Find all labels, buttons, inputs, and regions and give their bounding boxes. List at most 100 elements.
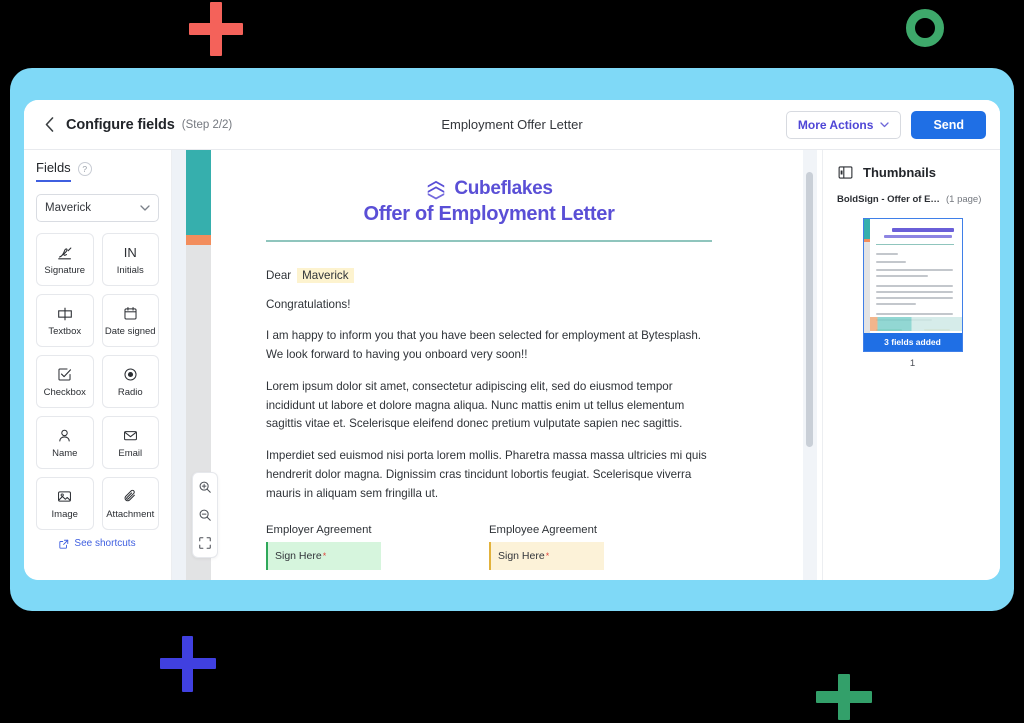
chevron-down-icon [880,121,890,127]
thumbnail-color-bar [863,219,870,351]
thumbnails-doc-row: BoldSign - Offer of Emplo... (1 page) [837,194,988,205]
thumbnail-logo-line [891,228,954,232]
chevron-left-icon [45,117,53,132]
salutation-text: Dear [266,268,292,282]
required-marker: * [545,550,550,561]
fields-sidebar: Fields ? Maverick Signature IN Initials … [24,150,172,580]
document-scrollbar-thumb[interactable] [806,172,813,447]
thumbnails-document-name: BoldSign - Offer of Emplo... [837,194,941,205]
decorative-green-cross-icon [816,674,872,720]
app-body: Fields ? Maverick Signature IN Initials … [24,150,1000,580]
recipient-select[interactable]: Maverick [36,194,159,222]
fields-tab-row: Fields ? [36,160,159,182]
checkbox-icon [56,365,73,384]
field-tile-textbox[interactable]: Textbox [36,294,94,347]
employer-signature-field[interactable]: Sign Here * [266,541,381,570]
thumbnail-text-line [875,269,953,271]
send-button[interactable]: Send [911,110,986,139]
brand-name: Cubeflakes [454,178,553,199]
paragraph-lorem-2: Imperdiet sed euismod nisi porta lorem m… [266,449,707,500]
textbox-icon [56,304,74,323]
more-actions-button[interactable]: More Actions [785,110,902,139]
fields-added-badge: 3 fields added [863,333,962,351]
field-tile-email[interactable]: Email [101,416,159,469]
document-scroll-area[interactable]: Cubeflakes Offer of Employment Letter De… [186,150,822,580]
header-actions: More Actions Send [785,110,986,139]
field-tile-attachment[interactable]: Attachment [101,477,159,530]
back-button[interactable] [38,114,60,136]
image-icon [56,487,73,506]
question-mark-icon[interactable]: ? [77,161,92,176]
thumbnail-subtitle-line [883,235,952,238]
field-tile-label: Initials [116,265,144,276]
screenshot-stage: Configure fields (Step 2/2) Employment O… [0,0,1024,723]
thumbnail-text-line [875,275,928,277]
recipient-select-value: Maverick [45,202,92,214]
zoom-in-icon[interactable] [195,477,215,497]
external-link-icon [59,539,69,549]
employer-agreement-label: Employer Agreement [266,523,372,536]
thumbnail-text-line [875,303,916,305]
field-tile-label: Attachment [106,509,155,520]
field-tile-label: Image [51,509,78,520]
document-page: Cubeflakes Offer of Employment Letter De… [186,150,822,580]
employee-signature-field[interactable]: Sign Here * [489,541,604,570]
viewer-gutter [172,150,186,580]
thumbnail-text-line [875,253,898,255]
signature-pen-icon [56,243,74,262]
person-icon [56,426,73,445]
field-tile-label: Radio [117,387,143,398]
required-marker: * [322,550,327,561]
tab-fields[interactable]: Fields [36,160,71,182]
document-viewer: Cubeflakes Offer of Employment Letter De… [172,150,822,580]
envelope-icon [122,426,139,445]
field-tile-date-signed[interactable]: Date signed [101,294,159,347]
zoom-out-icon[interactable] [195,505,215,525]
thumbnails-panel: Thumbnails BoldSign - Offer of Emplo... … [822,150,1000,580]
field-tile-label: Checkbox [43,387,86,398]
thumbnails-title: Thumbnails [863,165,936,180]
name-field-maverick[interactable]: Maverick [297,267,354,283]
employee-agreement-column: Employee Agreement Sign Here * [489,524,712,570]
thumbnail-text-line [875,297,953,299]
decorative-green-ring-icon [906,9,944,47]
field-tile-checkbox[interactable]: Checkbox [36,355,94,408]
fit-to-screen-icon[interactable] [195,533,215,553]
field-tile-radio[interactable]: Radio [101,355,159,408]
title-divider [266,240,712,242]
panel-layout-icon [838,166,853,179]
field-tile-image[interactable]: Image [36,477,94,530]
see-shortcuts-link[interactable]: See shortcuts [36,538,159,549]
page-content: Cubeflakes Offer of Employment Letter De… [266,150,712,570]
field-tile-label: Signature [44,265,86,276]
paragraph-congratulations: Congratulations! [266,297,351,311]
field-tile-label: Email [118,448,143,459]
field-tile-label: Date signed [104,326,156,337]
field-tile-label: Name [52,448,78,459]
field-tile-signature[interactable]: Signature [36,233,94,286]
field-tile-name[interactable]: Name [36,416,94,469]
paperclip-icon [122,487,139,506]
thumbnail-divider [875,244,954,245]
brand-row: Cubeflakes [266,178,712,200]
document-scrollbar[interactable] [803,150,817,580]
page-title: Configure fields [66,116,175,133]
agreements-row: Employer Agreement Sign Here * Employee A… [266,524,712,570]
thumbnail-text-line [875,313,953,315]
radio-button-icon [122,365,139,384]
step-label: (Step 2/2) [181,118,233,131]
field-tile-initials[interactable]: IN Initials [101,233,159,286]
more-actions-label: More Actions [797,117,874,132]
employee-agreement-label: Employee Agreement [489,523,598,536]
calendar-icon [122,304,139,323]
zoom-controls [192,472,218,558]
thumbnail-page-number: 1 [909,358,916,369]
sign-here-text: Sign Here [498,549,545,562]
paragraph-offer: I am happy to inform you that you have b… [266,329,702,362]
thumbnail-page-1[interactable]: 3 fields added [862,218,963,352]
thumbnail-wave-graphic [869,317,962,331]
initials-icon: IN [123,245,137,260]
decorative-blue-cross-icon [160,636,216,692]
see-shortcuts-label: See shortcuts [74,538,136,549]
salutation-line: Dear Maverick [266,267,712,283]
